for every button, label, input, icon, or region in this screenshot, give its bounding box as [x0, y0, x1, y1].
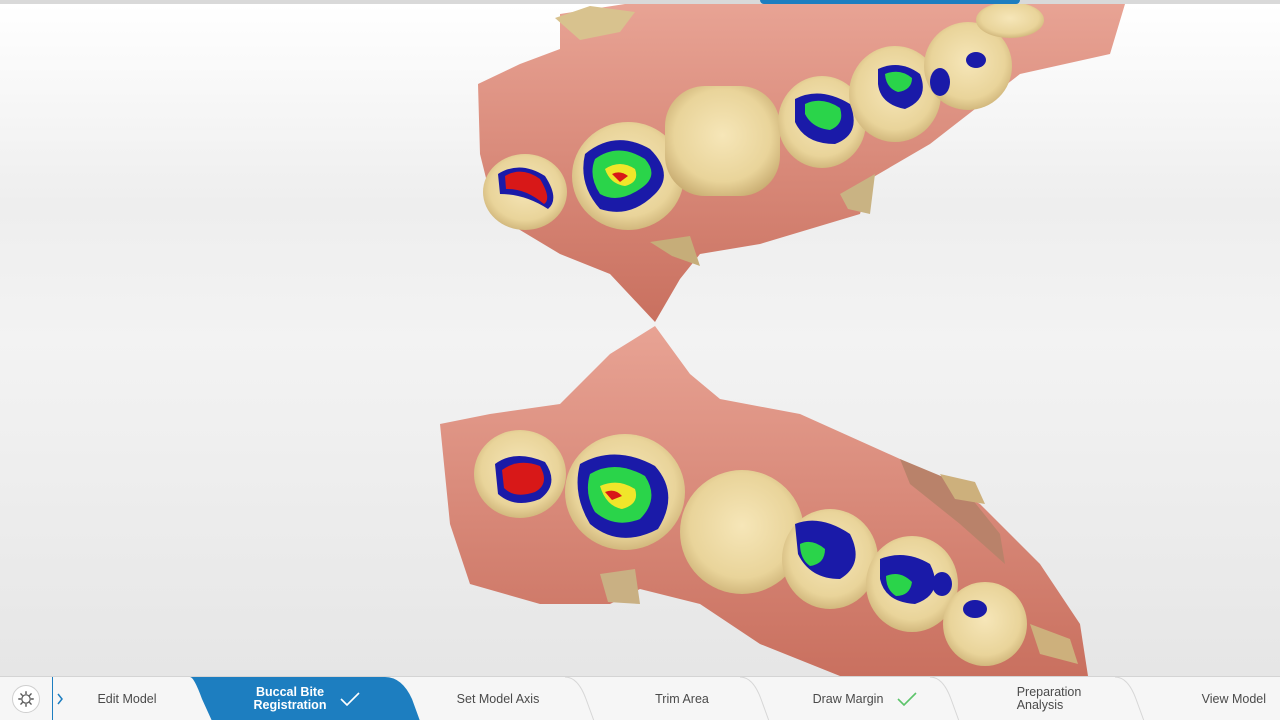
step-label: Buccal Bite Registration	[253, 685, 327, 712]
step-label: Trim Area	[655, 691, 709, 706]
3d-viewport[interactable]	[0, 4, 1280, 676]
checkmark-icon	[897, 692, 917, 706]
workflow-bar: Edit Model Buccal Bite Registration Set …	[0, 676, 1280, 720]
step-label: Set Model Axis	[456, 691, 540, 706]
step-buccal-bite-registration[interactable]: Buccal Bite Registration	[212, 677, 402, 720]
upper-jaw-model	[478, 4, 1125, 322]
step-preparation-analysis[interactable]: Preparation Analysis	[965, 677, 1133, 720]
step-label: Draw Margin	[812, 691, 884, 706]
step-label: Edit Model	[97, 691, 157, 706]
step-edit-model[interactable]: Edit Model	[66, 677, 188, 720]
lower-jaw-model	[440, 326, 1088, 676]
step-draw-margin[interactable]: Draw Margin	[780, 677, 950, 720]
step-trim-area[interactable]: Trim Area	[600, 677, 764, 720]
step-label: Preparation Analysis	[1016, 685, 1082, 712]
step-label: View Model	[1201, 691, 1266, 706]
step-set-model-axis[interactable]: Set Model Axis	[420, 677, 576, 720]
step-view-model[interactable]: View Model	[1150, 677, 1280, 720]
checkmark-icon	[340, 692, 361, 706]
dental-scan-render	[440, 4, 1125, 676]
